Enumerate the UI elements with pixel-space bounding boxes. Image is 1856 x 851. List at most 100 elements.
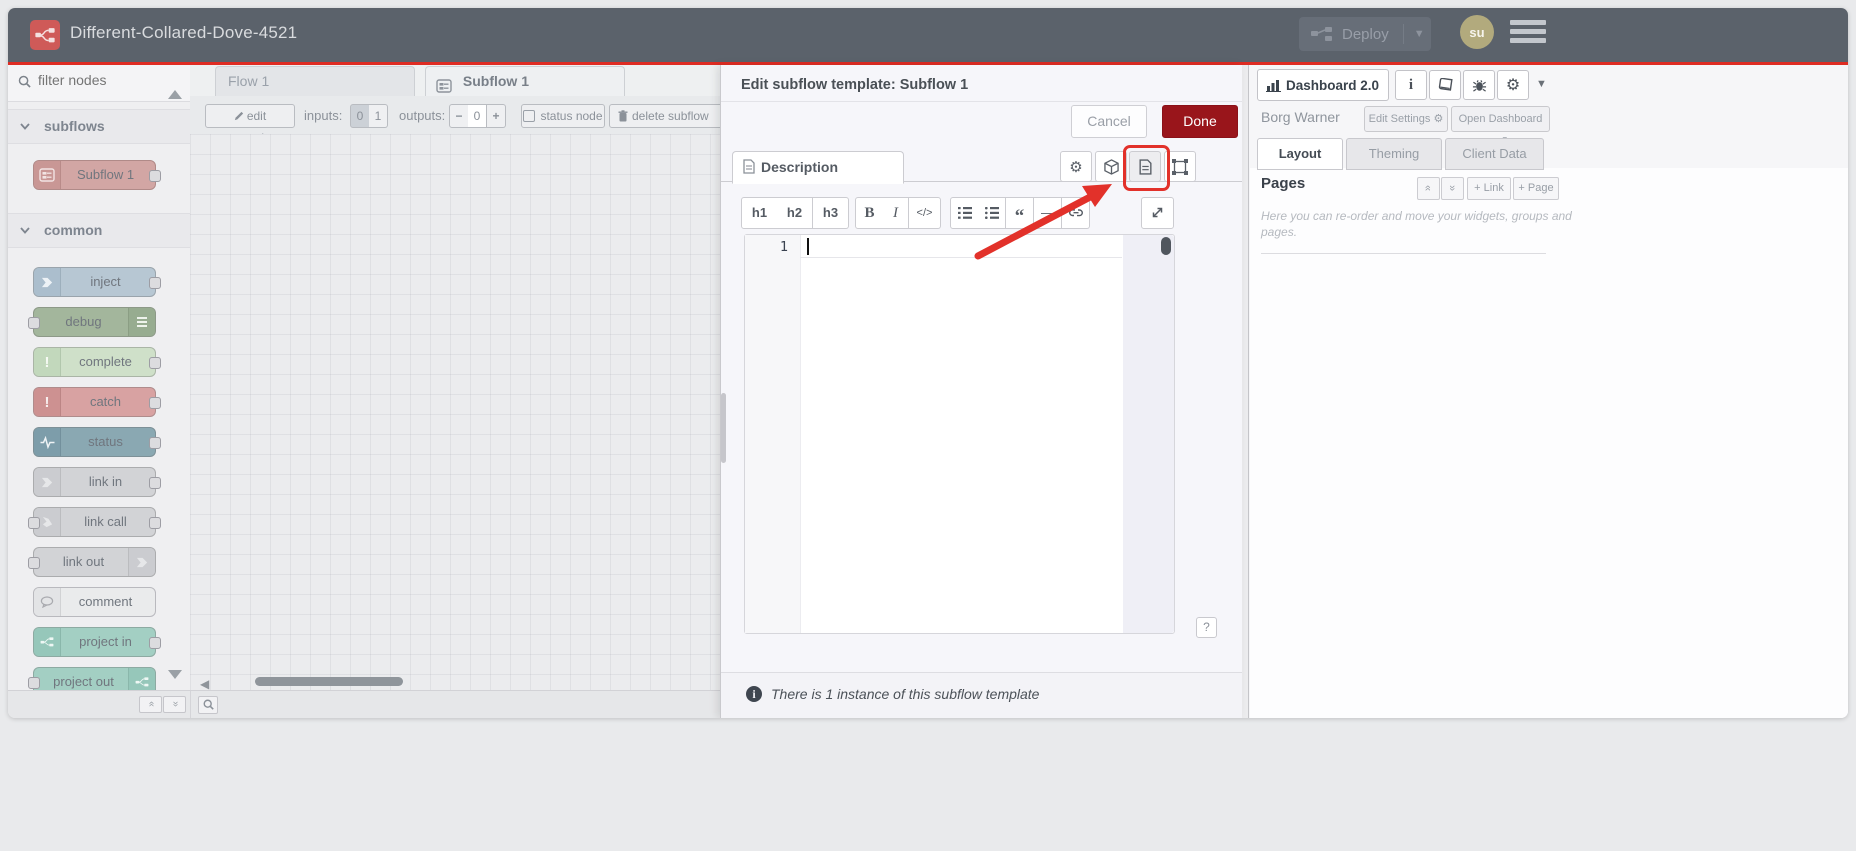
sidebar-tab-theming[interactable]: Theming [1346,138,1442,170]
sidebar-tab-client-data[interactable]: Client Data [1445,138,1544,170]
node-label: Subflow 1 [76,167,135,182]
collapse-palette-categories-button[interactable]: « [139,696,162,713]
edit-properties-tab-button[interactable]: ⚙ [1060,151,1092,182]
node-output-port [149,277,161,289]
trash-icon [618,110,628,122]
palette-node-debug[interactable]: debug [28,307,156,337]
deploy-label: Deploy [1342,25,1389,43]
palette-node-status[interactable]: status [33,427,161,457]
footer-divider [190,691,191,718]
subflow-toolbar: edit properties inputs: 0 1 outputs: − 0… [190,96,741,145]
outputs-increase-button[interactable]: + [487,104,506,128]
screenshot-root: Different-Collared-Dove-4521 Deploy ▼ su [0,0,1856,851]
editor-scrollbar-thumb[interactable] [1161,237,1171,255]
exclamation-icon: ! [34,348,61,376]
md-quote-button[interactable]: “ [1006,197,1034,229]
filter-nodes-input[interactable] [36,71,180,89]
edit-settings-button[interactable]: Edit Settings ⚙ [1364,106,1448,132]
tab-description[interactable]: Description [732,151,904,184]
palette-node-inject[interactable]: inject [33,267,161,297]
palette-node-link-call[interactable]: link call [28,507,161,537]
palette-node-project-in[interactable]: project in [33,627,161,657]
md-link-button[interactable] [1062,197,1090,229]
editor-help-button[interactable]: ? [1196,617,1217,638]
right-sidebar: Dashboard 2.0 i ⚙ ▼ Borg Warner Edit Set… [1248,65,1848,718]
open-dashboard-button[interactable]: Open Dashboard [1451,106,1550,147]
add-link-button[interactable]: + Link [1467,177,1511,200]
inputs-option-1[interactable]: 1 [369,104,388,128]
main-menu-button[interactable] [1510,20,1546,48]
inputs-option-0[interactable]: 0 [350,104,370,128]
status-node-toggle[interactable]: status node [521,104,605,128]
add-page-button[interactable]: + Page [1513,177,1559,200]
sidebar-tabs-caret-icon[interactable]: ▼ [1536,78,1547,90]
canvas-horizontal-scrollbar[interactable] [255,677,403,686]
md-h3-button[interactable]: h3 [813,197,849,229]
tab-flow-1[interactable]: Flow 1 [215,66,415,96]
palette-node-comment[interactable]: comment [33,587,156,617]
outputs-count: 0 [468,104,487,128]
gear-icon: ⚙ [1069,158,1083,176]
sidebar-tab-help-button[interactable] [1429,70,1461,100]
md-unordered-list-button[interactable] [978,197,1006,229]
palette-node-subflow-1[interactable]: Subflow 1 [33,160,161,190]
expand-palette-categories-button[interactable]: » [163,696,186,713]
sidebar-tab-config-button[interactable]: ⚙ [1497,70,1529,100]
palette-node-complete[interactable]: ! complete [33,347,161,377]
pages-collapse-all-button[interactable]: » [1417,177,1440,200]
node-input-port [28,517,40,529]
edit-properties-button[interactable]: edit properties [205,104,295,145]
description-editor[interactable]: 1 [744,234,1175,634]
pages-help-text: Here you can re-order and move your widg… [1261,209,1572,239]
cancel-button[interactable]: Cancel [1071,105,1147,138]
status-node-label: status node [540,109,603,123]
pages-expand-all-button[interactable]: » [1441,177,1464,200]
palette-node-catch[interactable]: ! catch [33,387,161,417]
deploy-button[interactable]: Deploy ▼ [1299,17,1431,51]
sidebar-tab-layout[interactable]: Layout [1257,138,1343,170]
node-label: inject [90,274,121,289]
md-hr-button[interactable]: ― [1034,197,1062,229]
horizontal-rule-icon: ― [1041,205,1054,220]
subflow-icon [436,79,452,93]
gear-icon: ⚙ [1505,77,1521,94]
md-h2-button[interactable]: h2 [777,197,813,229]
workspace: Flow 1 Subflow 1 edit properties inputs:… [190,65,741,691]
palette-scroll-up-icon[interactable] [168,90,182,99]
user-avatar[interactable]: su [1460,15,1494,49]
sidebar-tab-debug-button[interactable] [1463,70,1495,100]
app-window: Different-Collared-Dove-4521 Deploy ▼ su [8,8,1848,718]
sidebar-tab-dashboard[interactable]: Dashboard 2.0 [1257,69,1389,101]
done-button[interactable]: Done [1162,105,1238,138]
md-italic-button[interactable]: I [883,197,909,229]
info-icon: i [1408,76,1414,93]
md-ordered-list-button[interactable] [950,197,979,229]
app-title: Different-Collared-Dove-4521 [70,23,298,42]
outputs-label: outputs: [399,108,446,123]
instance-count-text: There is 1 instance of this subflow temp… [771,686,1040,702]
md-h1-button[interactable]: h1 [741,197,778,229]
md-expand-button[interactable] [1141,197,1174,229]
palette-node-link-out[interactable]: link out [28,547,156,577]
zoom-search-button[interactable] [198,696,218,714]
deploy-caret-icon[interactable]: ▼ [1402,24,1425,44]
md-code-button[interactable]: </> [909,197,941,229]
flow-canvas[interactable] [190,134,720,690]
md-bold-button[interactable]: B [855,197,884,229]
arrow-right-icon [34,268,61,296]
tab-subflow-1[interactable]: Subflow 1 [425,66,625,96]
palette-node-link-in[interactable]: link in [33,467,161,497]
node-input-port [28,677,40,689]
sidebar-tab-info-button[interactable]: i [1395,70,1427,100]
node-input-port [28,317,40,329]
bottom-footer-bar: « » [8,690,720,718]
link-chain-icon [1062,209,1089,217]
tray-resize-grip[interactable] [721,393,726,463]
outputs-decrease-button[interactable]: − [449,104,469,128]
palette-category-subflows[interactable]: subflows [8,109,190,144]
document-icon [743,159,755,174]
palette-category-common[interactable]: common [8,213,190,248]
palette-filter [8,65,190,102]
palette-scroll-down-icon[interactable] [168,670,182,679]
speech-bubble-icon [34,588,61,616]
